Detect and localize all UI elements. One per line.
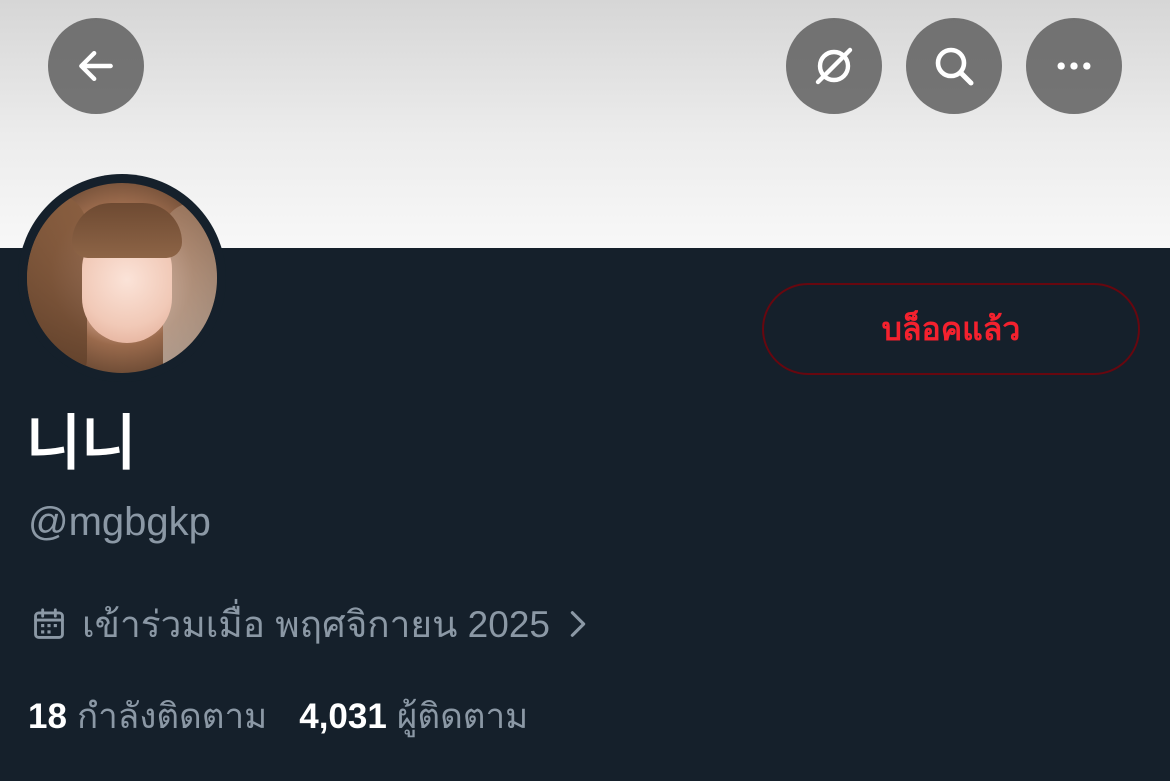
grok-button[interactable] [786, 18, 882, 114]
following-count: 18 [28, 696, 67, 736]
back-button[interactable] [48, 18, 144, 114]
more-button[interactable] [1026, 18, 1122, 114]
calendar-icon [30, 605, 68, 643]
user-handle: @mgbgkp [28, 500, 211, 544]
following-link[interactable]: 18 กำลังติดตาม [28, 689, 267, 744]
followers-count: 4,031 [299, 696, 387, 736]
followers-label: ผู้ติดตาม [396, 696, 529, 736]
ellipsis-icon [1057, 62, 1091, 70]
following-label: กำลังติดตาม [76, 696, 268, 736]
arrow-left-icon [79, 50, 113, 82]
chevron-right-icon [564, 607, 592, 641]
joined-date-row[interactable]: เข้าร่วมเมื่อ พฤศจิกายน 2025 [30, 598, 592, 650]
followers-link[interactable]: 4,031 ผู้ติดตาม [299, 689, 528, 744]
search-icon [935, 47, 974, 86]
search-button[interactable] [906, 18, 1002, 114]
joined-date-text: เข้าร่วมเมื่อ พฤศจิกายน 2025 [82, 603, 550, 645]
blocked-button[interactable]: บล็อคแล้ว [762, 283, 1140, 375]
blocked-button-label: บล็อคแล้ว [881, 310, 1021, 347]
display-name: 니니 [26, 410, 137, 477]
avatar-image [27, 183, 217, 373]
slashed-circle-icon [815, 47, 853, 85]
avatar[interactable] [18, 174, 226, 382]
follow-stats: 18 กำลังติดตาม 4,031 ผู้ติดตาม [28, 690, 560, 742]
